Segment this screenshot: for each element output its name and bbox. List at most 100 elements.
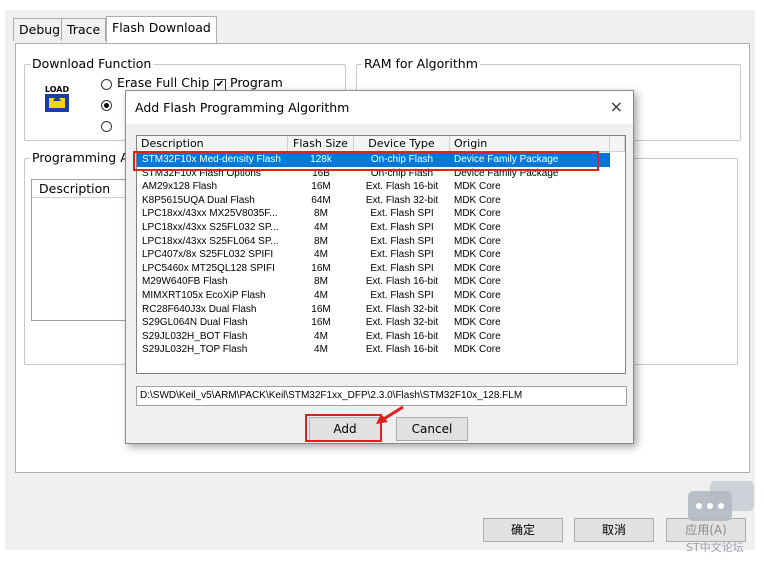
table-cell-description: M29W640FB Flash	[142, 276, 228, 288]
table-cell-type: Ext. Flash SPI	[370, 222, 434, 233]
column-header-spacer	[610, 136, 625, 152]
table-row[interactable]: LPC18xx/43xx S25FL032 SP... 4M Ext. Flash …	[137, 221, 610, 235]
table-cell-origin: MDK Core	[454, 222, 501, 233]
table-row[interactable]: K8P5615UQA Dual Flash 64M Ext. Flash 32-bi…	[137, 194, 610, 208]
table-cell-description: S29JL032H_TOP Flash	[142, 344, 248, 356]
table-row[interactable]: LPC407x/8x S25FL032 SPIFI 4M Ext. Flash SP…	[137, 248, 610, 262]
table-cell-size: 4M	[314, 344, 328, 356]
table-cell-type: Ext. Flash 32-bit	[365, 194, 439, 206]
watermark-text: ST中文论坛	[686, 541, 744, 554]
table-row[interactable]: S29GL064N Dual Flash 16M Ext. Flash 32-bit…	[137, 316, 610, 330]
selected-row-highlight	[133, 151, 599, 171]
do-not-erase-radio[interactable]	[101, 121, 112, 132]
tab-flash-download[interactable]: Flash Download	[106, 16, 217, 43]
table-cell-type: Ext. Flash 16-bit	[365, 330, 439, 342]
table-cell-type: Ext. Flash 32-bit	[365, 303, 439, 315]
table-row[interactable]: MIMXRT105x EcoXiP Flash 4M Ext. Flash SPI M…	[137, 289, 610, 303]
program-check-mark: ✔	[215, 79, 225, 90]
table-row[interactable]: LPC18xx/43xx S25FL064 SP... 8M Ext. Flash …	[137, 235, 610, 249]
download-function-title: Download Function	[30, 56, 154, 71]
table-cell-description: MIMXRT105x EcoXiP Flash	[142, 290, 266, 301]
ok-button[interactable]: 确定	[483, 518, 563, 542]
table-cell-origin: MDK Core	[454, 317, 501, 329]
chat-bubble-icon	[688, 481, 754, 521]
table-cell-size: 8M	[314, 208, 328, 220]
tab-flash-download-label: Flash Download	[112, 20, 211, 35]
table-cell-origin: MDK Core	[454, 249, 501, 261]
table-cell-size: 16M	[311, 303, 331, 315]
table-cell-description: LPC18xx/43xx S25FL064 SP...	[142, 235, 279, 247]
table-cell-size: 4M	[314, 249, 328, 261]
table-cell-size: 8M	[314, 276, 328, 288]
table-cell-description: LPC18xx/43xx S25FL032 SP...	[142, 222, 279, 233]
table-cell-size: 64M	[311, 194, 331, 206]
table-cell-size: 4M	[314, 330, 328, 342]
column-header-description[interactable]: Description	[137, 136, 288, 152]
algorithm-list-description-header: Description	[32, 180, 128, 198]
table-cell-description: S29JL032H_BOT Flash	[142, 330, 248, 342]
table-cell-type: Ext. Flash 16-bit	[365, 276, 439, 288]
table-cell-description: LPC5460x MT25QL128 SPIFI	[142, 262, 275, 274]
table-cell-origin: MDK Core	[454, 276, 501, 288]
tab-trace[interactable]: Trace	[61, 18, 107, 41]
table-cell-origin: MDK Core	[454, 303, 501, 315]
table-cell-description: AM29x128 Flash	[142, 181, 218, 193]
table-cell-size: 16M	[311, 262, 331, 274]
table-cell-type: Ext. Flash SPI	[370, 249, 434, 261]
column-header-device-type[interactable]: Device Type	[354, 136, 450, 152]
program-label: Program	[230, 75, 283, 90]
table-cell-origin: MDK Core	[454, 208, 501, 220]
forum-watermark: ST中文论坛	[686, 479, 756, 559]
table-cell-type: Ext. Flash SPI	[370, 262, 434, 274]
tab-debug-label: Debug	[19, 22, 61, 37]
ok-button-label: 确定	[510, 523, 535, 537]
table-cell-size: 16M	[311, 317, 331, 329]
dialog-title-bar: Add Flash Programming Algorithm ×	[126, 91, 633, 124]
table-cell-description: S29GL064N Dual Flash	[142, 317, 248, 329]
tab-debug[interactable]: Debug	[13, 18, 67, 41]
cancel-main-button-label: 取消	[601, 523, 626, 537]
algorithm-list: Description	[31, 179, 129, 321]
erase-full-chip-radio[interactable]	[101, 79, 112, 90]
table-row[interactable]: AM29x128 Flash 16M Ext. Flash 16-bit MDK Co…	[137, 180, 610, 194]
load-icon: LOAD	[42, 82, 72, 116]
table-cell-description: LPC18xx/43xx MX25V8035F...	[142, 208, 278, 220]
table-cell-origin: MDK Core	[454, 235, 501, 247]
table-row[interactable]: RC28F640J3x Dual Flash 16M Ext. Flash 32-b…	[137, 303, 610, 317]
table-cell-size: 16M	[311, 181, 331, 193]
table-cell-type: Ext. Flash SPI	[370, 208, 434, 220]
ram-for-algorithm-title: RAM for Algorithm	[362, 56, 480, 71]
table-row[interactable]: LPC5460x MT25QL128 SPIFI 16M Ext. Flash SP…	[137, 262, 610, 276]
table-cell-description: LPC407x/8x S25FL032 SPIFI	[142, 249, 274, 261]
table-cell-origin: MDK Core	[454, 330, 501, 342]
table-cell-origin: MDK Core	[454, 181, 501, 193]
table-cell-description: RC28F640J3x Dual Flash	[142, 303, 257, 315]
table-cell-type: Ext. Flash 32-bit	[365, 317, 439, 329]
table-cell-type: Ext. Flash SPI	[370, 235, 434, 247]
add-flash-algorithm-dialog: Add Flash Programming Algorithm × Descri…	[125, 90, 634, 444]
table-cell-size: 4M	[314, 222, 328, 233]
table-row[interactable]: M29W640FB Flash 8M Ext. Flash 16-bit MDK Co…	[137, 275, 610, 289]
erase-full-chip-label: Erase Full Chip	[117, 75, 210, 90]
column-header-origin[interactable]: Origin	[450, 136, 610, 152]
table-row[interactable]: S29JL032H_BOT Flash 4M Ext. Flash 16-bit MD…	[137, 330, 610, 344]
table-cell-description: K8P5615UQA Dual Flash	[142, 194, 255, 206]
table-cell-size: 8M	[314, 235, 328, 247]
close-icon[interactable]: ×	[610, 97, 623, 116]
table-cell-type: Ext. Flash 16-bit	[365, 181, 439, 193]
cancel-button-label: Cancel	[411, 422, 453, 436]
load-icon-label: LOAD	[45, 85, 70, 94]
table-cell-origin: MDK Core	[454, 194, 501, 206]
tab-trace-label: Trace	[67, 22, 101, 37]
table-cell-size: 4M	[314, 290, 328, 301]
table-row[interactable]: S29JL032H_TOP Flash 4M Ext. Flash 16-bit MD…	[137, 343, 610, 357]
table-row[interactable]: LPC18xx/43xx MX25V8035F... 8M Ext. Flash S…	[137, 207, 610, 221]
table-cell-origin: MDK Core	[454, 290, 501, 301]
table-cell-origin: MDK Core	[454, 344, 501, 356]
cancel-main-button[interactable]: 取消	[574, 518, 654, 542]
arrow-icon	[376, 405, 404, 424]
table-cell-type: Ext. Flash 16-bit	[365, 344, 439, 356]
column-header-flash-size[interactable]: Flash Size	[288, 136, 354, 152]
erase-sectors-radio[interactable]	[101, 100, 112, 111]
table-cell-origin: MDK Core	[454, 262, 501, 274]
